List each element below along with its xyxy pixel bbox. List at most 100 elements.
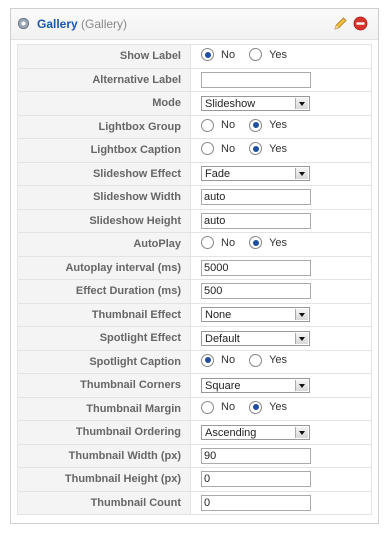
thumbnail-height-px-input[interactable]: 0 [201,471,311,488]
radio-label: Yes [269,401,288,414]
param-row-lightbox-group: Lightbox Group No Yes [17,114,372,139]
param-row-show-label: Show Label No Yes [17,44,372,69]
param-value-cell: No Yes [190,114,372,139]
param-row-thumbnail-count: Thumbnail Count 0 [17,490,372,515]
chevron-down-icon[interactable] [295,168,308,180]
param-label: Show Label [17,44,191,69]
param-value-cell: 5000 [190,255,372,280]
param-value-cell: No Yes [190,396,372,421]
param-value-cell: auto [190,185,372,210]
param-value-cell: None [190,302,372,327]
param-label: Lightbox Group [17,114,191,139]
slideshow-effect-select[interactable]: Fade [201,166,310,182]
select-value: None [205,309,232,322]
param-label: Thumbnail Width (px) [17,443,191,468]
param-row-spotlight-caption: Spotlight Caption No Yes [17,349,372,374]
param-row-slideshow-effect: Slideshow Effect Fade [17,161,372,186]
gear-icon [17,17,30,30]
radio-option-yes[interactable]: Yes [249,142,287,156]
spotlight-effect-select[interactable]: Default [201,330,310,346]
param-value-cell [190,67,372,92]
radio-button[interactable] [201,236,214,250]
radio-label: Yes [269,48,288,61]
param-label: Mode [17,91,191,116]
radio-option-no[interactable]: No [201,118,236,132]
thumbnail-count-input[interactable]: 0 [201,494,311,511]
effect-duration-ms-input[interactable]: 500 [201,283,311,300]
radio-button[interactable] [249,353,263,367]
radio-button[interactable] [249,142,263,156]
param-label: AutoPlay [17,232,191,257]
param-value-cell: 90 [190,443,372,468]
param-row-thumbnail-width-px: Thumbnail Width (px) 90 [17,443,372,468]
radio-label: No [221,401,236,414]
radio-option-yes[interactable]: Yes [249,353,287,367]
param-label: Thumbnail Corners [17,373,191,398]
select-value: Square [205,379,241,392]
module-type: (Gallery) [81,17,128,31]
radio-button[interactable] [249,236,263,250]
chevron-down-icon[interactable] [295,426,308,438]
param-row-thumbnail-height-px: Thumbnail Height (px) 0 [17,467,372,492]
radio-button[interactable] [249,400,263,414]
slideshow-height-input[interactable]: auto [201,212,311,229]
param-row-lightbox-caption: Lightbox Caption No Yes [17,138,372,163]
radio-option-yes[interactable]: Yes [249,48,288,62]
param-row-autoplay: AutoPlay No Yes [17,232,372,257]
radio-label: No [221,119,236,132]
param-label: Effect Duration (ms) [17,279,191,304]
param-row-thumbnail-ordering: Thumbnail Ordering Ascending [17,420,372,445]
radio-option-no[interactable]: No [201,353,235,367]
select-value: Ascending [205,426,257,439]
radio-option-yes[interactable]: Yes [249,400,288,414]
param-label: Thumbnail Ordering [17,420,191,445]
param-label: Alternative Label [17,67,191,92]
param-row-mode: Mode Slideshow [17,91,372,116]
param-label: Lightbox Caption [17,138,191,163]
select-value: Default [205,332,240,345]
param-row-alternative-label: Alternative Label [17,67,372,92]
radio-button[interactable] [201,400,214,414]
delete-icon[interactable] [353,16,368,31]
alternative-label-input[interactable] [201,71,311,88]
param-row-thumbnail-margin: Thumbnail Margin No Yes [17,396,372,421]
radio-button[interactable] [201,48,214,62]
radio-label: No [221,142,236,155]
param-row-thumbnail-effect: Thumbnail Effect None [17,302,372,327]
slideshow-width-input[interactable]: auto [201,189,311,206]
radio-label: Yes [269,119,288,132]
param-row-thumbnail-corners: Thumbnail Corners Square [17,373,372,398]
param-value-cell: 0 [190,490,372,515]
radio-option-no[interactable]: No [201,236,235,250]
thumbnail-effect-select[interactable]: None [201,307,310,323]
radio-option-no[interactable]: No [201,142,236,156]
chevron-down-icon[interactable] [295,379,308,391]
thumbnail-ordering-select[interactable]: Ascending [201,424,310,440]
radio-button[interactable] [201,142,214,156]
param-label: Thumbnail Effect [17,302,191,327]
radio-option-no[interactable]: No [201,400,236,414]
param-value-cell: Square [190,373,372,398]
radio-button[interactable] [249,48,263,62]
autoplay-interval-ms-input[interactable]: 5000 [201,259,311,276]
param-value-cell: No Yes [190,349,372,374]
chevron-down-icon[interactable] [295,309,308,321]
radio-button[interactable] [201,353,214,367]
pencil-icon[interactable] [332,16,348,32]
radio-option-yes[interactable]: Yes [249,118,288,132]
mode-select[interactable]: Slideshow [201,95,310,111]
thumbnail-width-px-input[interactable]: 90 [201,447,311,464]
radio-option-yes[interactable]: Yes [249,236,287,250]
module-name: Gallery [37,17,78,31]
param-value-cell: Slideshow [190,91,372,116]
param-row-spotlight-effect: Spotlight Effect Default [17,326,372,351]
chevron-down-icon[interactable] [295,97,308,109]
select-value: Slideshow [205,97,256,110]
radio-button[interactable] [201,118,214,132]
param-label: Thumbnail Height (px) [17,467,191,492]
radio-option-no[interactable]: No [201,48,235,62]
thumbnail-corners-select[interactable]: Square [201,377,310,393]
chevron-down-icon[interactable] [295,332,308,344]
radio-button[interactable] [249,118,263,132]
select-value: Fade [205,168,231,181]
